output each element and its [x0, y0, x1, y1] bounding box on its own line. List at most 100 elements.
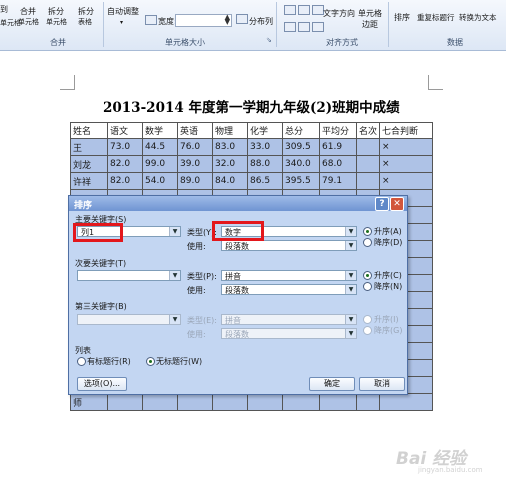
- table-cell[interactable]: 83.0: [212, 138, 248, 156]
- header-cell[interactable]: 化学: [247, 122, 283, 139]
- table-cell[interactable]: [177, 393, 213, 411]
- table-cell[interactable]: 刘龙: [70, 155, 108, 173]
- table-cell[interactable]: ×: [379, 172, 434, 190]
- table-cell[interactable]: 44.5: [142, 138, 178, 156]
- table-cell[interactable]: 76.0: [177, 138, 213, 156]
- autofit-dropdown-icon[interactable]: ▾: [120, 19, 123, 26]
- table-cell[interactable]: 许祥: [70, 172, 108, 190]
- has-header-label[interactable]: 有标题行(R): [87, 356, 131, 367]
- dialog-title-bar[interactable]: 排序 ? ✕: [69, 196, 407, 211]
- align-top-left-icon[interactable]: [284, 5, 296, 15]
- table-cell[interactable]: [355, 393, 381, 411]
- table-cell[interactable]: 82.0: [107, 155, 143, 173]
- table-cell[interactable]: [282, 393, 320, 411]
- secondary-desc-label[interactable]: 降序(N): [374, 281, 402, 292]
- tertiary-key-select[interactable]: ▼: [77, 314, 181, 325]
- no-header-label[interactable]: 无标题行(W): [156, 356, 202, 367]
- split-cells-button[interactable]: 拆分: [48, 6, 64, 17]
- table-cell[interactable]: [355, 155, 381, 173]
- table-cell[interactable]: [379, 393, 434, 411]
- table-cell[interactable]: 79.1: [319, 172, 357, 190]
- chevron-down-icon[interactable]: ▼: [345, 241, 356, 250]
- primary-desc-radio[interactable]: [363, 238, 372, 247]
- table-cell[interactable]: [355, 138, 381, 156]
- table-cell[interactable]: 86.5: [247, 172, 283, 190]
- primary-asc-radio[interactable]: [363, 227, 372, 236]
- cell-margins-button[interactable]: 单元格: [358, 8, 382, 19]
- ok-button[interactable]: 确定: [309, 377, 355, 391]
- table-cell[interactable]: 99.0: [142, 155, 178, 173]
- table-cell[interactable]: 33.0: [247, 138, 283, 156]
- align-middle-right-icon[interactable]: [312, 22, 324, 32]
- table-cell[interactable]: [212, 393, 248, 411]
- has-header-radio[interactable]: [77, 357, 86, 366]
- close-button[interactable]: ✕: [390, 197, 404, 211]
- secondary-desc-radio[interactable]: [363, 282, 372, 291]
- table-cell[interactable]: 89.0: [177, 172, 213, 190]
- table-cell[interactable]: 54.0: [142, 172, 178, 190]
- secondary-asc-label[interactable]: 升序(C): [374, 270, 402, 281]
- tertiary-desc-radio[interactable]: [363, 326, 372, 335]
- spinner-arrows-icon[interactable]: ▲ ▼: [225, 14, 230, 26]
- options-button[interactable]: 选项(O)...: [77, 377, 127, 391]
- align-middle-center-icon[interactable]: [298, 22, 310, 32]
- header-cell[interactable]: 七合判断: [379, 122, 434, 139]
- table-cell[interactable]: [247, 393, 283, 411]
- header-cell[interactable]: 物理: [212, 122, 248, 139]
- table-cell[interactable]: 王: [70, 138, 108, 156]
- primary-use-select[interactable]: 段落数 ▼: [221, 240, 357, 251]
- table-cell[interactable]: 师: [70, 393, 108, 411]
- chevron-down-icon[interactable]: ▼: [345, 271, 356, 280]
- text-direction-button[interactable]: 文字方向: [323, 8, 355, 19]
- table-cell[interactable]: [319, 393, 357, 411]
- table-cell[interactable]: 84.0: [212, 172, 248, 190]
- repeat-header-rows-button[interactable]: 重复标题行: [417, 12, 455, 23]
- distribute-columns-button[interactable]: 分布列: [249, 16, 273, 27]
- table-cell[interactable]: [142, 393, 178, 411]
- chevron-down-icon[interactable]: ▼: [345, 315, 356, 324]
- table-cell[interactable]: 73.0: [107, 138, 143, 156]
- table-cell[interactable]: 61.9: [319, 138, 357, 156]
- dialog-launcher-icon[interactable]: ⇘: [266, 36, 272, 44]
- header-cell[interactable]: 平均分: [319, 122, 357, 139]
- sort-button[interactable]: 排序: [394, 12, 410, 23]
- secondary-key-select[interactable]: ▼: [77, 270, 181, 281]
- header-cell[interactable]: 数学: [142, 122, 178, 139]
- table-cell[interactable]: 68.0: [319, 155, 357, 173]
- autofit-button[interactable]: 自动调整: [107, 6, 139, 17]
- help-button[interactable]: ?: [375, 197, 389, 211]
- secondary-asc-radio[interactable]: [363, 271, 372, 280]
- align-middle-left-icon[interactable]: [284, 22, 296, 32]
- header-cell[interactable]: 名次: [355, 122, 381, 139]
- table-cell[interactable]: 39.0: [177, 155, 213, 173]
- table-cell[interactable]: [355, 172, 381, 190]
- merge-cells-button[interactable]: 合并: [20, 6, 36, 17]
- tertiary-asc-label[interactable]: 升序(I): [374, 314, 399, 325]
- primary-asc-label[interactable]: 升序(A): [374, 226, 402, 237]
- chevron-down-icon[interactable]: ▼: [169, 227, 180, 236]
- no-header-radio[interactable]: [146, 357, 155, 366]
- tertiary-type-select[interactable]: 拼音 ▼: [221, 314, 357, 325]
- width-spinner[interactable]: ▲ ▼: [175, 14, 232, 27]
- table-cell[interactable]: 82.0: [107, 172, 143, 190]
- secondary-type-select[interactable]: 拼音 ▼: [221, 270, 357, 281]
- tertiary-use-select[interactable]: 段落数 ▼: [221, 328, 357, 339]
- header-cell[interactable]: 语文: [107, 122, 143, 139]
- convert-to-text-button[interactable]: 转换为文本: [459, 12, 497, 23]
- table-cell[interactable]: 395.5: [282, 172, 320, 190]
- table-cell[interactable]: 88.0: [247, 155, 283, 173]
- tertiary-desc-label[interactable]: 降序(G): [374, 325, 402, 336]
- chevron-down-icon[interactable]: ▼: [345, 227, 356, 236]
- primary-desc-label[interactable]: 降序(D): [374, 237, 402, 248]
- split-table-button[interactable]: 拆分: [78, 6, 94, 17]
- tertiary-asc-radio[interactable]: [363, 315, 372, 324]
- cancel-button[interactable]: 取消: [359, 377, 405, 391]
- header-cell[interactable]: 姓名: [70, 122, 108, 139]
- table-cell[interactable]: [107, 393, 143, 411]
- chevron-down-icon[interactable]: ▼: [169, 315, 180, 324]
- chevron-down-icon[interactable]: ▼: [345, 329, 356, 338]
- chevron-down-icon[interactable]: ▼: [345, 285, 356, 294]
- header-cell[interactable]: 英语: [177, 122, 213, 139]
- table-cell[interactable]: 32.0: [212, 155, 248, 173]
- align-top-center-icon[interactable]: [298, 5, 310, 15]
